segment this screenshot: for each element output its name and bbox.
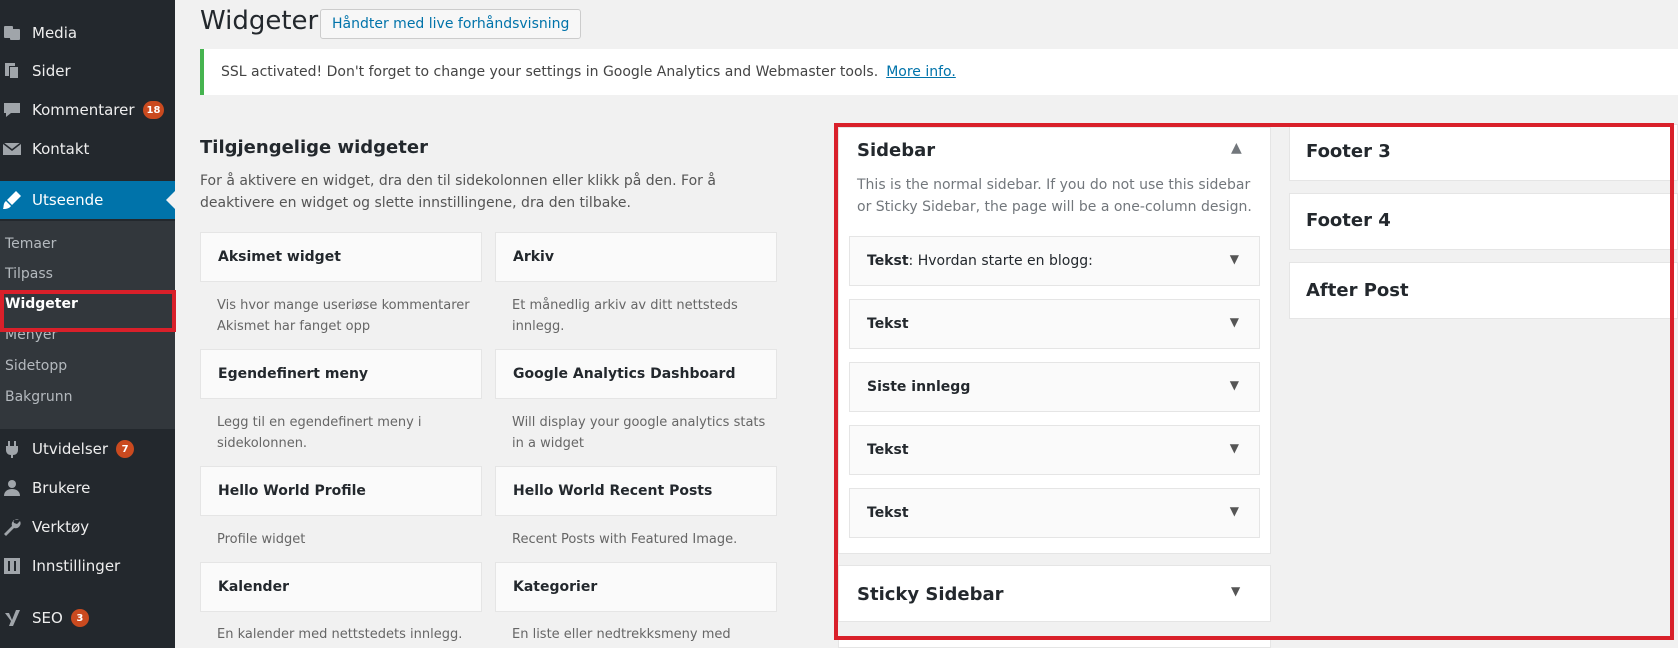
brush-icon xyxy=(2,190,22,210)
widget-card[interactable]: Aksimet widget xyxy=(200,232,482,282)
pages-icon xyxy=(2,61,22,81)
menu-item-utseende[interactable]: Utseende xyxy=(0,181,175,219)
menu-item-kommentarer[interactable]: Kommentarer 18 xyxy=(0,91,175,129)
comment-icon xyxy=(2,100,22,120)
notice-text: SSL activated! Don't forget to change yo… xyxy=(221,64,879,80)
widget-card[interactable]: Hello World Recent Posts xyxy=(495,466,777,516)
settings-icon xyxy=(2,556,22,576)
widget-description: Et månedlig arkiv av ditt nettsteds innl… xyxy=(512,298,738,334)
highlight-box-widgeter xyxy=(0,290,176,332)
menu-item-kontakt[interactable]: Kontakt xyxy=(0,130,175,168)
comments-count-badge: 18 xyxy=(142,101,165,119)
menu-item-utvidelser[interactable]: Utvidelser 7 xyxy=(0,430,175,468)
menu-item-innstillinger[interactable]: Innstillinger xyxy=(0,547,175,585)
submenu-item-temaer[interactable]: Temaer xyxy=(5,236,56,252)
seo-count-badge: 3 xyxy=(70,609,89,627)
menu-label: Kommentarer xyxy=(32,101,135,119)
widget-card[interactable]: Google Analytics Dashboard xyxy=(495,349,777,399)
menu-label: SEO xyxy=(32,609,63,627)
widget-card[interactable]: Egendefinert meny xyxy=(200,349,482,399)
user-icon xyxy=(2,478,22,498)
widget-description: En kalender med nettstedets innlegg. xyxy=(217,627,463,642)
available-widgets-description: For å aktivere en widget, dra den til si… xyxy=(200,173,716,211)
widget-description: Legg til en egendefinert meny i sidekolo… xyxy=(217,415,422,451)
menu-item-verktoy[interactable]: Verktøy xyxy=(0,508,175,546)
menu-label: Verktøy xyxy=(32,518,90,536)
menu-item-seo[interactable]: SEO 3 xyxy=(0,599,175,637)
plugins-count-badge: 7 xyxy=(116,440,135,458)
highlight-box-widget-areas xyxy=(834,123,1674,640)
plugin-icon xyxy=(2,439,22,459)
menu-label: Sider xyxy=(32,62,71,80)
live-preview-button[interactable]: Håndter med live forhåndsvisning xyxy=(320,9,582,39)
menu-label: Brukere xyxy=(32,479,91,497)
widget-description: Will display your google analytics stats… xyxy=(512,415,766,451)
submenu-item-bakgrunn[interactable]: Bakgrunn xyxy=(5,389,73,405)
widget-card[interactable]: Hello World Profile xyxy=(200,466,482,516)
yoast-icon xyxy=(2,608,22,628)
menu-item-media[interactable]: Media xyxy=(0,14,175,52)
more-info-link[interactable]: More info. xyxy=(886,64,956,80)
submenu-item-sidetopp[interactable]: Sidetopp xyxy=(5,358,67,374)
widget-card[interactable]: Kalender xyxy=(200,562,482,612)
menu-label: Utvidelser xyxy=(32,440,109,458)
wrench-icon xyxy=(2,517,22,537)
mail-icon xyxy=(2,139,22,159)
submenu-item-tilpass[interactable]: Tilpass xyxy=(5,266,53,282)
menu-label: Utseende xyxy=(32,191,104,209)
widget-card[interactable]: Arkiv xyxy=(495,232,777,282)
widget-description: Profile widget xyxy=(217,532,306,547)
media-icon xyxy=(2,23,22,43)
menu-label: Media xyxy=(32,24,78,42)
widget-card[interactable]: Kategorier xyxy=(495,562,777,612)
menu-item-brukere[interactable]: Brukere xyxy=(0,469,175,507)
available-widgets-title: Tilgjengelige widgeter xyxy=(200,137,428,158)
widget-description: Vis hvor mange useriøse kommentarer Akis… xyxy=(217,298,470,334)
page-title: Widgeter xyxy=(200,6,319,36)
widget-description: Recent Posts with Featured Image. xyxy=(512,532,738,547)
menu-label: Kontakt xyxy=(32,140,90,158)
menu-label: Innstillinger xyxy=(32,557,121,575)
ssl-notice: SSL activated! Don't forget to change yo… xyxy=(200,49,1678,95)
widget-description: En liste eller nedtrekksmeny med xyxy=(512,627,731,642)
menu-item-sider[interactable]: Sider xyxy=(0,52,175,90)
